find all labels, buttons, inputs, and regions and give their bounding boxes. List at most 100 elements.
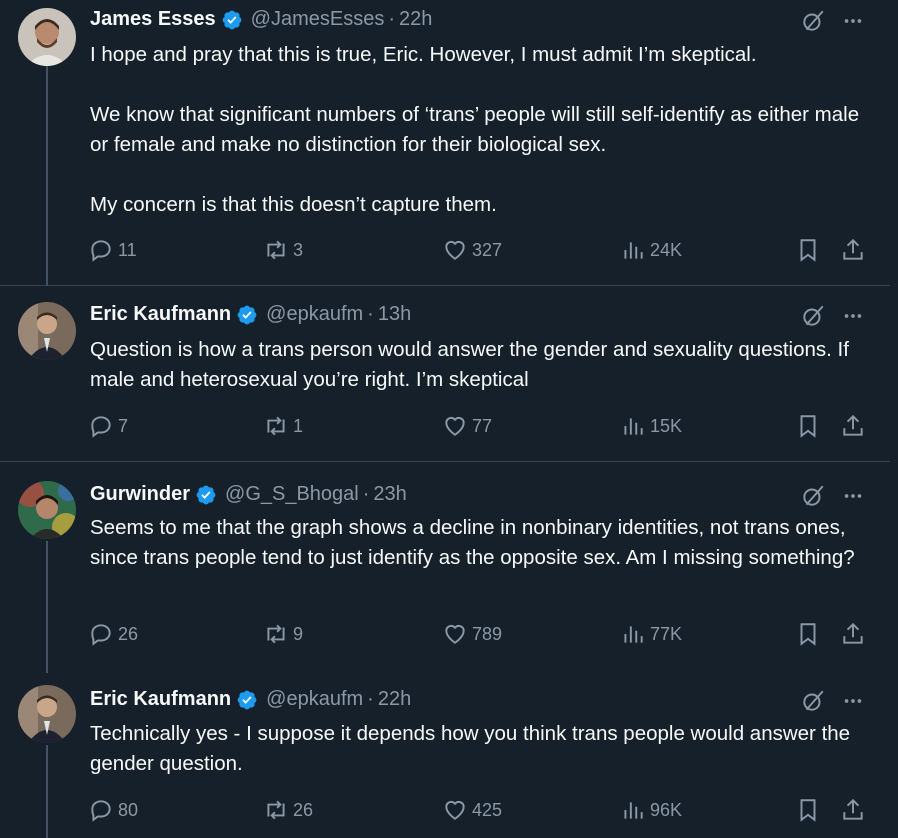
repost-count: 9 [293, 623, 304, 644]
tweet-header: James Esses @JamesEsses · 22h [90, 8, 432, 31]
reply-icon [91, 240, 111, 262]
tweet-3[interactable]: Gurwinder @G_S_Bhogal · 23h Seems to me … [0, 463, 890, 673]
tweet-header: Gurwinder @G_S_Bhogal · 23h [90, 483, 407, 506]
views-icon [624, 418, 643, 435]
thread-line [46, 66, 48, 286]
tweet-actions: 7 1 77 15K [88, 413, 878, 443]
like-icon [445, 624, 465, 644]
tweet-top-actions [800, 8, 864, 34]
like-icon [445, 240, 465, 260]
share-icon[interactable] [840, 237, 866, 263]
verified-badge-icon [236, 304, 258, 326]
reply-count: 26 [118, 623, 139, 644]
tweet-4[interactable]: Eric Kaufmann @epkaufm · 22h Technically… [0, 673, 890, 838]
repost-button[interactable]: 3 [263, 237, 303, 263]
avatar-gurwinder[interactable] [18, 481, 76, 539]
tweet-1[interactable]: James Esses @JamesEsses · 22h I hope and… [0, 0, 890, 286]
like-icon [445, 416, 465, 436]
tweet-actions: 80 26 425 96K [88, 797, 878, 827]
views-icon [624, 242, 643, 259]
more-icon[interactable] [842, 690, 864, 712]
timestamp[interactable]: 22h [399, 8, 432, 31]
views-button[interactable]: 15K [620, 413, 682, 439]
separator-dot: · [367, 303, 374, 325]
author-name[interactable]: James Esses [90, 8, 216, 31]
reply-button[interactable]: 11 [88, 237, 137, 263]
reply-count: 11 [118, 239, 137, 260]
reply-icon [91, 800, 111, 822]
author-handle[interactable]: @epkaufm [266, 688, 363, 711]
more-icon[interactable] [842, 10, 864, 32]
grok-icon[interactable] [800, 483, 826, 509]
author-name[interactable]: Gurwinder [90, 483, 190, 506]
views-icon [624, 626, 643, 643]
avatar-eric-kaufmann[interactable] [18, 685, 76, 743]
like-count: 77 [472, 415, 493, 436]
avatar-james-esses[interactable] [18, 8, 76, 66]
reply-button[interactable]: 26 [88, 621, 138, 647]
reply-button[interactable]: 80 [88, 797, 138, 823]
tweet-top-actions [800, 483, 864, 509]
views-button[interactable]: 96K [620, 797, 682, 823]
more-icon[interactable] [842, 305, 864, 327]
like-count: 425 [472, 799, 503, 820]
thread-line [46, 745, 48, 838]
timestamp[interactable]: 13h [378, 303, 411, 326]
author-handle[interactable]: @epkaufm [266, 303, 363, 326]
like-count: 327 [472, 239, 503, 260]
repost-icon [267, 624, 285, 644]
reply-button[interactable]: 7 [88, 413, 128, 439]
share-icon[interactable] [840, 413, 866, 439]
reply-icon [91, 416, 111, 438]
verified-badge-icon [195, 484, 217, 506]
views-button[interactable]: 24K [620, 237, 682, 263]
author-handle[interactable]: @G_S_Bhogal [225, 483, 359, 506]
tweet-header: Eric Kaufmann @epkaufm · 22h [90, 688, 411, 711]
bookmark-icon[interactable] [795, 413, 821, 439]
tweet-text: Technically yes - I suppose it depends h… [90, 722, 856, 775]
timestamp[interactable]: 23h [373, 483, 406, 506]
tweet-text: I hope and pray that this is true, Eric.… [90, 43, 860, 216]
tweet-2[interactable]: Eric Kaufmann @epkaufm · 13h Question is… [0, 286, 890, 462]
tweet-text: Seems to me that the graph shows a decli… [90, 516, 855, 569]
grok-icon[interactable] [800, 303, 826, 329]
more-icon[interactable] [842, 485, 864, 507]
tweet-top-actions [800, 303, 864, 329]
views-button[interactable]: 77K [620, 621, 682, 647]
author-name[interactable]: Eric Kaufmann [90, 688, 231, 711]
reply-icon [91, 624, 111, 646]
bookmark-icon[interactable] [795, 237, 821, 263]
repost-count: 26 [293, 799, 314, 820]
like-button[interactable]: 77 [442, 413, 492, 439]
views-icon [624, 802, 643, 819]
verified-badge-icon [236, 689, 258, 711]
views-count: 77K [650, 623, 683, 644]
reply-count: 7 [118, 415, 129, 436]
repost-icon [267, 800, 285, 820]
repost-button[interactable]: 1 [263, 413, 303, 439]
author-handle[interactable]: @JamesEsses [251, 8, 385, 31]
tweet-actions: 11 3 327 24K [88, 237, 878, 267]
tweet-actions: 26 9 789 77K [88, 621, 878, 651]
repost-button[interactable]: 26 [263, 797, 313, 823]
timestamp[interactable]: 22h [378, 688, 411, 711]
repost-button[interactable]: 9 [263, 621, 303, 647]
author-name[interactable]: Eric Kaufmann [90, 303, 231, 326]
like-button[interactable]: 789 [442, 621, 502, 647]
like-count: 789 [472, 623, 503, 644]
repost-icon [267, 240, 285, 260]
like-button[interactable]: 327 [442, 237, 502, 263]
like-icon [445, 800, 465, 820]
bookmark-icon[interactable] [795, 797, 821, 823]
views-count: 96K [650, 799, 683, 820]
repost-count: 1 [293, 415, 304, 436]
grok-icon[interactable] [800, 8, 826, 34]
views-count: 15K [650, 415, 683, 436]
grok-icon[interactable] [800, 688, 826, 714]
avatar-eric-kaufmann[interactable] [18, 302, 76, 360]
share-icon[interactable] [840, 621, 866, 647]
like-button[interactable]: 425 [442, 797, 502, 823]
separator-dot: · [388, 8, 396, 30]
share-icon[interactable] [840, 797, 866, 823]
bookmark-icon[interactable] [795, 621, 821, 647]
